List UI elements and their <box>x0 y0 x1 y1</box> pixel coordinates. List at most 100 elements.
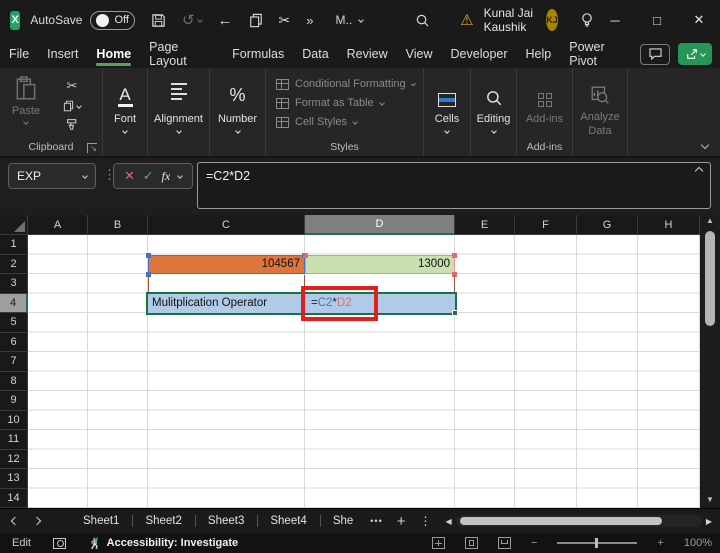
editing-menu-button[interactable]: Editing <box>471 68 516 156</box>
tab-insert[interactable]: Insert <box>38 42 87 67</box>
column-header-f[interactable]: F <box>515 215 577 235</box>
tab-view[interactable]: View <box>397 42 442 67</box>
cancel-icon[interactable]: ✕ <box>124 168 135 184</box>
zoom-in-icon[interactable]: + <box>657 537 663 549</box>
row-header-11[interactable]: 11 <box>0 430 28 450</box>
new-sheet-icon[interactable]: + <box>397 513 406 530</box>
cell-c3[interactable] <box>148 275 305 293</box>
enter-icon[interactable]: ✓ <box>143 168 154 184</box>
tab-home[interactable]: Home <box>87 42 140 67</box>
accessibility-checker[interactable]: 🕺 Accessibility: Investigate <box>88 537 238 550</box>
more-sheets-icon[interactable]: ••• <box>370 516 382 526</box>
column-header-d[interactable]: D <box>305 215 455 235</box>
font-menu-button[interactable]: A Font <box>103 68 147 156</box>
row-header-5[interactable]: 5 <box>0 313 28 333</box>
cells-menu-button[interactable]: Cells <box>424 68 470 156</box>
sheet-options-icon[interactable]: ⋮ <box>420 514 432 528</box>
copy-icon[interactable] <box>249 13 263 28</box>
row-header-3[interactable]: 3 <box>0 274 28 294</box>
formula-input[interactable]: =C2*D2 <box>197 162 711 209</box>
cell-styles-button[interactable]: Cell Styles <box>276 116 415 128</box>
sheet-tab-3[interactable]: Sheet3 <box>195 509 257 533</box>
row-header-10[interactable]: 10 <box>0 411 28 431</box>
row-header-7[interactable]: 7 <box>0 352 28 372</box>
scroll-right-icon[interactable]: ▶ <box>706 517 712 526</box>
tab-data[interactable]: Data <box>293 42 337 67</box>
select-all-button[interactable] <box>0 215 28 235</box>
cell-c2[interactable]: 104567 <box>148 255 305 275</box>
tab-formulas[interactable]: Formulas <box>223 42 293 67</box>
column-header-g[interactable]: G <box>577 215 638 235</box>
close-button[interactable]: ✕ <box>678 0 720 40</box>
insert-function-icon[interactable]: fx <box>162 169 171 184</box>
autosave-toggle[interactable]: Off <box>90 11 134 30</box>
row-header-13[interactable]: 13 <box>0 469 28 489</box>
horizontal-scrollbar-thumb[interactable] <box>460 517 662 525</box>
clipboard-dialog-launcher-icon[interactable]: ↘ <box>87 143 97 153</box>
range-handle-icon[interactable] <box>303 253 308 258</box>
fill-handle-icon[interactable] <box>452 310 458 316</box>
cell-d4[interactable]: =C2*D2 <box>305 294 455 314</box>
conditional-formatting-button[interactable]: Conditional Formatting <box>276 78 415 90</box>
row-header-12[interactable]: 12 <box>0 450 28 470</box>
number-menu-button[interactable]: % Number <box>210 68 265 156</box>
vertical-scrollbar[interactable]: ▲ ▼ <box>700 215 720 508</box>
column-header-b[interactable]: B <box>88 215 148 235</box>
tab-review[interactable]: Review <box>338 42 397 67</box>
search-icon[interactable] <box>415 13 430 28</box>
document-menu[interactable]: M.. <box>336 13 364 27</box>
tab-file[interactable]: File <box>0 42 38 67</box>
back-arrow-icon[interactable]: ← <box>218 12 233 29</box>
alignment-menu-button[interactable]: Alignment <box>148 68 209 156</box>
scroll-left-icon[interactable]: ◀ <box>446 517 452 526</box>
sheet-tab-4[interactable]: Sheet4 <box>257 509 319 533</box>
normal-view-icon[interactable] <box>432 537 445 549</box>
row-header-4[interactable]: 4 <box>0 294 28 314</box>
lightbulb-icon[interactable] <box>580 12 594 28</box>
tab-help[interactable]: Help <box>517 42 561 67</box>
previous-sheet-icon[interactable] <box>11 517 19 525</box>
row-header-8[interactable]: 8 <box>0 372 28 392</box>
cut-icon[interactable]: ✂ <box>67 78 78 94</box>
save-icon[interactable] <box>151 13 166 28</box>
format-painter-icon[interactable] <box>66 118 79 136</box>
scroll-down-icon[interactable]: ▼ <box>706 494 714 506</box>
zoom-slider[interactable] <box>557 542 637 544</box>
warning-icon[interactable]: ⚠ <box>460 11 473 29</box>
vertical-scrollbar-thumb[interactable] <box>705 231 715 326</box>
quick-access-overflow-icon[interactable]: » <box>306 13 313 28</box>
next-sheet-icon[interactable] <box>33 517 41 525</box>
comments-button[interactable] <box>640 44 670 65</box>
range-handle-icon[interactable] <box>452 253 457 258</box>
zoom-level[interactable]: 100% <box>684 537 712 549</box>
horizontal-scrollbar[interactable]: ◀ ▶ <box>446 514 713 528</box>
scroll-up-icon[interactable]: ▲ <box>706 215 714 227</box>
cell-c4[interactable]: Mulitplication Operator <box>148 294 305 314</box>
row-header-14[interactable]: 14 <box>0 489 28 509</box>
row-header-6[interactable]: 6 <box>0 333 28 353</box>
row-header-2[interactable]: 2 <box>0 255 28 275</box>
column-header-e[interactable]: E <box>455 215 515 235</box>
row-header-1[interactable]: 1 <box>0 235 28 255</box>
column-header-c[interactable]: C <box>148 215 305 235</box>
column-header-h[interactable]: H <box>638 215 700 235</box>
sheet-tab-5[interactable]: She <box>320 509 366 533</box>
tab-developer[interactable]: Developer <box>442 42 517 67</box>
zoom-out-icon[interactable]: − <box>531 537 537 549</box>
name-box[interactable]: EXP <box>8 163 96 189</box>
share-button[interactable] <box>678 43 712 65</box>
cut-icon[interactable]: ✂ <box>279 12 291 29</box>
maximize-button[interactable]: □ <box>636 0 678 40</box>
copy-icon[interactable] <box>63 100 81 112</box>
page-layout-view-icon[interactable] <box>465 537 478 549</box>
macro-record-icon[interactable] <box>53 538 66 549</box>
excel-logo-icon[interactable]: X <box>10 11 20 30</box>
range-handle-icon[interactable] <box>146 253 151 258</box>
column-header-a[interactable]: A <box>28 215 88 235</box>
zoom-slider-handle[interactable] <box>595 538 598 548</box>
cell-d2[interactable]: 13000 <box>305 255 455 275</box>
format-as-table-button[interactable]: Format as Table <box>276 97 415 109</box>
sheet-tab-2[interactable]: Sheet2 <box>132 509 194 533</box>
sheet-tab-1[interactable]: Sheet1 <box>70 509 132 533</box>
page-break-view-icon[interactable] <box>498 537 511 549</box>
